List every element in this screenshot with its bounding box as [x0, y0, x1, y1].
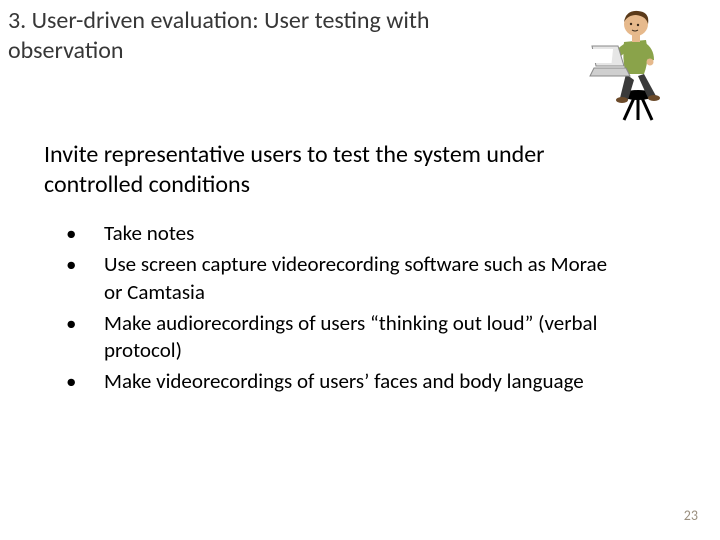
bullet-text: Make audiorecordings of users “thinking …: [104, 310, 597, 363]
laptop-user-icon: [580, 2, 690, 122]
list-item: Use screen capture videorecording softwa…: [64, 251, 628, 306]
list-item: Make videorecordings of users’ faces and…: [64, 368, 628, 395]
list-item: Take notes: [64, 220, 628, 247]
slide-title: 3. User-driven evaluation: User testing …: [8, 6, 468, 66]
intro-text: Invite representative users to test the …: [8, 140, 648, 200]
person-with-laptop-illustration: [580, 2, 690, 127]
page-number: 23: [684, 507, 698, 524]
bullet-text: Take notes: [104, 220, 194, 246]
bullet-list: Take notes Use screen capture videorecor…: [8, 220, 628, 396]
list-item: Make audiorecordings of users “thinking …: [64, 310, 628, 365]
bullet-text: Use screen capture videorecording softwa…: [104, 251, 607, 304]
bullet-text: Make videorecordings of users’ faces and…: [104, 368, 584, 394]
slide: 3. User-driven evaluation: User testing …: [0, 0, 720, 540]
